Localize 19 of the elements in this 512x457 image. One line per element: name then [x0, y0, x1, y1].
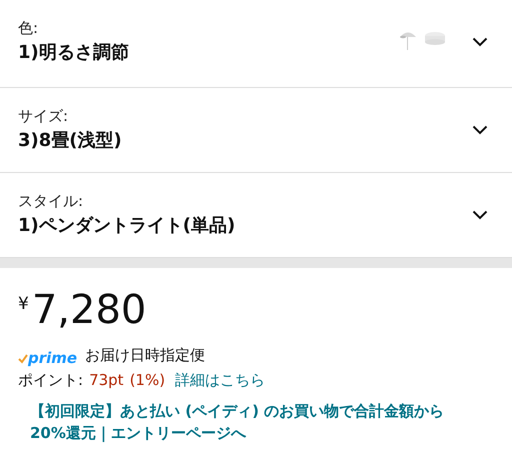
points-label: ポイント: [18, 370, 84, 390]
prime-logo: prime [18, 348, 78, 366]
chevron-down-icon[interactable] [472, 125, 488, 135]
option-value: 1)明るさ調節 [18, 40, 130, 64]
price: 7,280 [32, 286, 146, 334]
promo-link[interactable]: 【初回限定】あと払い (ペイディ) のお買い物で合計金額から20%還元｜エントリーページへ [30, 400, 460, 444]
option-label: 色: [18, 18, 40, 38]
chevron-down-icon[interactable] [472, 210, 488, 220]
chevron-down-icon[interactable] [472, 36, 488, 46]
option-label: スタイル: [18, 191, 84, 211]
option-value: 1)ペンダントライト(単品) [18, 214, 236, 238]
currency-symbol: ¥ [18, 293, 29, 316]
check-icon [18, 354, 28, 364]
details-link[interactable]: 詳細はこちら [175, 368, 266, 391]
points-value: 73pt [89, 370, 124, 390]
option-label: サイズ: [18, 106, 70, 126]
points-percent: (1%) [130, 370, 166, 390]
delivery-text: お届け日時指定便 [85, 345, 206, 366]
option-value: 3)8畳(浅型) [18, 129, 123, 153]
